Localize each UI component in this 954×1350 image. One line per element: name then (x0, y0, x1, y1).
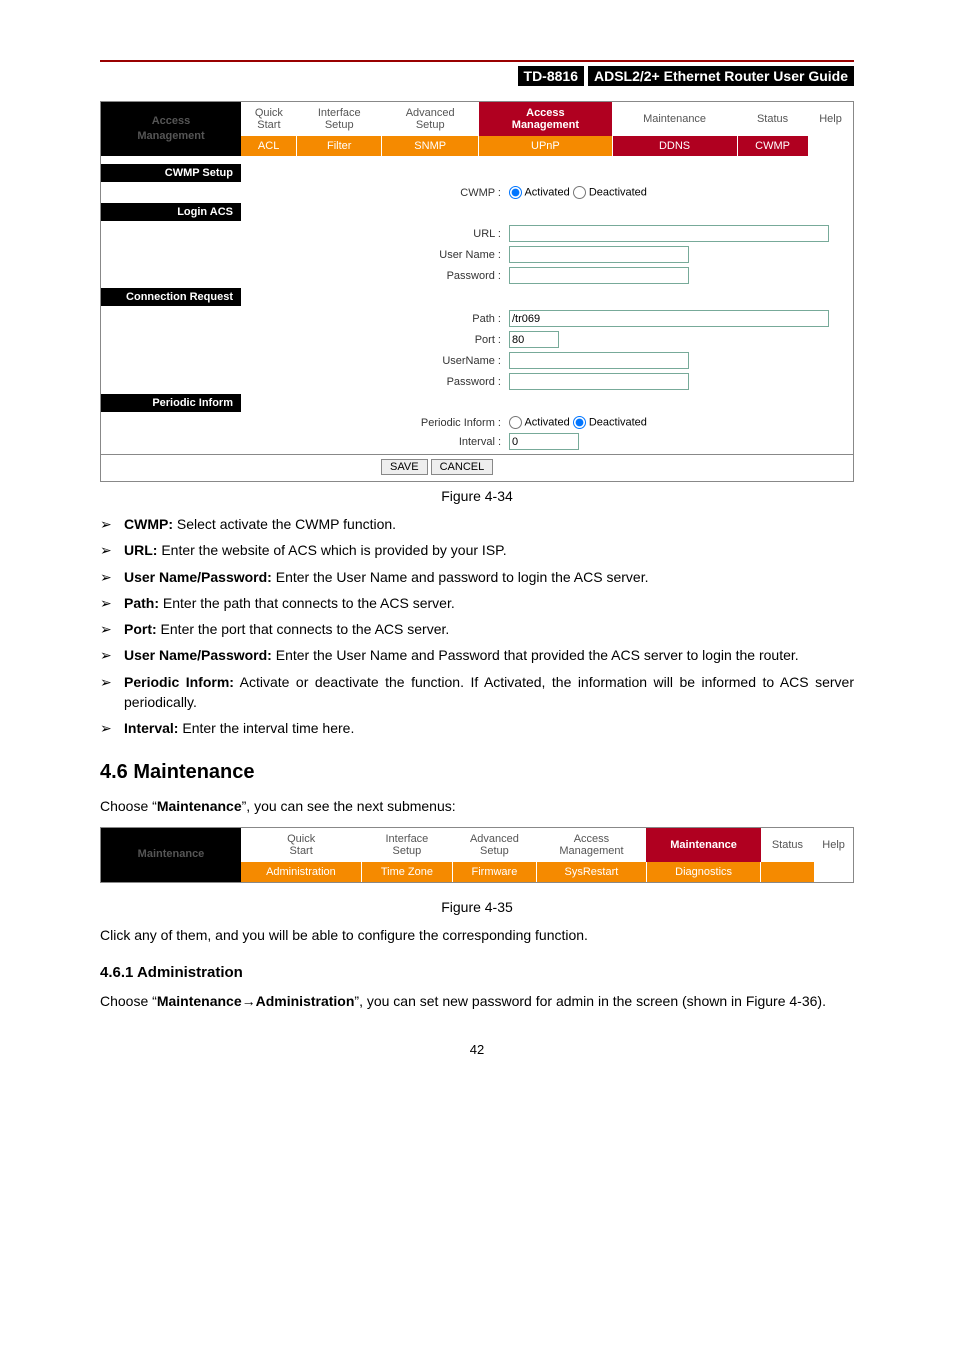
subtab-upnp[interactable]: UPnP (479, 136, 612, 156)
cr-username-label: UserName : (245, 350, 505, 371)
port-label: Port : (245, 329, 505, 350)
periodic-deactivated-label: Deactivated (589, 416, 647, 428)
bullet-cwmp: CWMP: Select activate the CWMP function. (124, 514, 854, 534)
p2-subtab-timezone[interactable]: Time Zone (361, 862, 452, 882)
tab-advanced-setup[interactable]: AdvancedSetup (382, 102, 479, 136)
cwmp-deactivated-radio[interactable] (573, 186, 586, 199)
section-connection-request: Connection Request (101, 288, 241, 306)
interval-label: Interval : (245, 431, 505, 452)
bullet-url: URL: Enter the website of ACS which is p… (124, 540, 854, 560)
url-input[interactable] (509, 225, 829, 242)
p2-subtab-sysrestart[interactable]: SysRestart (536, 862, 646, 882)
p2-tab-advanced-setup[interactable]: AdvancedSetup (452, 828, 536, 862)
bullet-interval: Interval: Enter the interval time here. (124, 718, 854, 738)
bullet-periodic: Periodic Inform: Activate or deactivate … (124, 672, 854, 713)
heading-administration: 4.6.1 Administration (100, 964, 854, 981)
tab-interface-setup[interactable]: InterfaceSetup (297, 102, 382, 136)
bullet-list: CWMP: Select activate the CWMP function.… (100, 514, 854, 739)
tab-help[interactable]: Help (808, 102, 853, 136)
bullet-user-pass-2: User Name/Password: Enter the User Name … (124, 645, 854, 665)
doc-title: ADSL2/2+ Ethernet Router User Guide (588, 66, 854, 86)
subtab-filter[interactable]: Filter (297, 136, 382, 156)
interval-input[interactable] (509, 433, 579, 450)
subtab-acl[interactable]: ACL (241, 136, 297, 156)
username-input[interactable] (509, 246, 689, 263)
p2-subtab-diagnostics[interactable]: Diagnostics (646, 862, 760, 882)
cr-username-input[interactable] (509, 352, 689, 369)
section-login-acs: Login ACS (101, 203, 241, 221)
periodic-deactivated-radio[interactable] (573, 416, 586, 429)
username-label: User Name : (245, 244, 505, 265)
cwmp-label: CWMP : (245, 184, 505, 201)
subtab-snmp[interactable]: SNMP (382, 136, 479, 156)
bullet-path: Path: Enter the path that connects to th… (124, 593, 854, 613)
p2-tab-help[interactable]: Help (814, 828, 853, 862)
panel1-title-l1: Access (152, 115, 191, 127)
doc-header: TD-8816 ADSL2/2+ Ethernet Router User Gu… (100, 66, 854, 86)
periodic-activated-radio[interactable] (509, 416, 522, 429)
section-cwmp-setup: CWMP Setup (101, 164, 241, 182)
path-label: Path : (245, 308, 505, 329)
panel2-title: Maintenance (101, 828, 241, 882)
panel1-title-l2: Management (137, 130, 204, 142)
maintenance-panel: Maintenance QuickStart InterfaceSetup Ad… (100, 827, 854, 883)
figure-4-34-caption: Figure 4-34 (100, 488, 854, 504)
port-input[interactable] (509, 331, 559, 348)
periodic-label: Periodic Inform : (245, 414, 505, 431)
p2-subtab-firmware[interactable]: Firmware (452, 862, 536, 882)
p2-tab-interface-setup[interactable]: InterfaceSetup (361, 828, 452, 862)
periodic-activated-label: Activated (524, 416, 569, 428)
figure-4-35-caption: Figure 4-35 (100, 899, 854, 915)
model-badge: TD-8816 (518, 66, 584, 86)
bullet-port: Port: Enter the port that connects to th… (124, 619, 854, 639)
path-input[interactable] (509, 310, 829, 327)
p2-tab-status[interactable]: Status (761, 828, 814, 862)
save-button[interactable]: SAVE (381, 459, 428, 475)
cr-password-label: Password : (245, 371, 505, 392)
top-tabs: Access Management QuickStart InterfaceSe… (101, 102, 853, 136)
tab-quick-start[interactable]: QuickStart (241, 102, 297, 136)
section-periodic-inform: Periodic Inform (101, 394, 241, 412)
tab-maintenance[interactable]: Maintenance (612, 102, 737, 136)
cwmp-activated-radio[interactable] (509, 186, 522, 199)
tab-access-management[interactable]: AccessManagement (479, 102, 612, 136)
password-input[interactable] (509, 267, 689, 284)
tab-status[interactable]: Status (737, 102, 808, 136)
deactivated-label: Deactivated (589, 186, 647, 198)
administration-intro: Choose “Maintenance→Administration”, you… (100, 991, 854, 1012)
p2-subtab-administration[interactable]: Administration (241, 862, 361, 882)
subtab-ddns[interactable]: DDNS (612, 136, 737, 156)
access-management-panel: Access Management QuickStart InterfaceSe… (100, 101, 854, 482)
heading-maintenance: 4.6 Maintenance (100, 761, 854, 784)
maintenance-intro: Choose “Maintenance”, you can see the ne… (100, 796, 854, 817)
p2-tab-quick-start[interactable]: QuickStart (241, 828, 361, 862)
p2-tab-access-management[interactable]: AccessManagement (536, 828, 646, 862)
p2-tab-maintenance[interactable]: Maintenance (646, 828, 760, 862)
activated-label: Activated (524, 186, 569, 198)
subtab-cwmp[interactable]: CWMP (737, 136, 808, 156)
top-rule (100, 60, 854, 62)
cancel-button[interactable]: CANCEL (431, 459, 494, 475)
click-text: Click any of them, and you will be able … (100, 925, 854, 946)
bullet-user-pass: User Name/Password: Enter the User Name … (124, 567, 854, 587)
url-label: URL : (245, 223, 505, 244)
page-number: 42 (100, 1042, 854, 1057)
cr-password-input[interactable] (509, 373, 689, 390)
password-label: Password : (245, 265, 505, 286)
